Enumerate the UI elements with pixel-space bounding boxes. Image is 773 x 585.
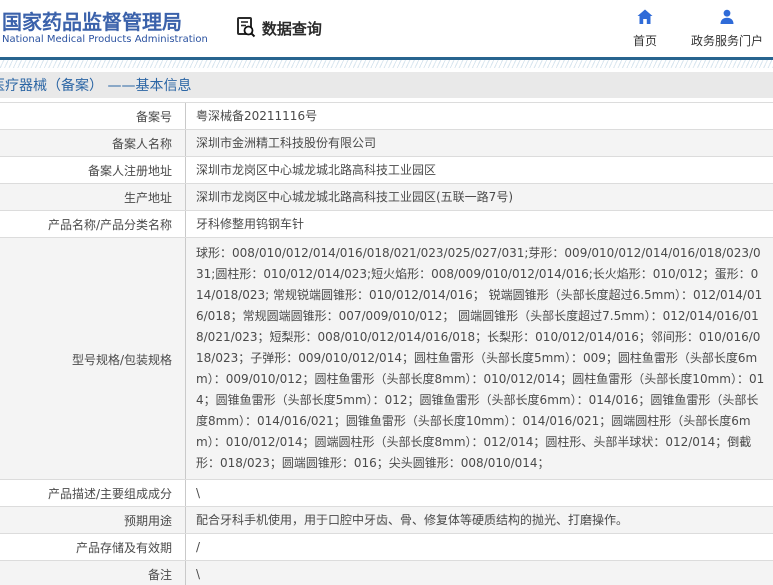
row-label: 型号规格/包装规格 (0, 238, 186, 479)
row-label: 产品存储及有效期 (0, 534, 186, 560)
row-label: 产品名称/产品分类名称 (0, 211, 186, 237)
row-label: 备案人注册地址 (0, 157, 186, 183)
row-label: 预期用途 (0, 507, 186, 533)
row-value: 球形：008/010/012/014/016/018/021/023/025/0… (196, 246, 765, 470)
table-row-production-address: 生产地址 深圳市龙岗区中心城龙城北路高科技工业园区(五联一路7号) (0, 183, 773, 210)
home-icon (636, 8, 654, 30)
table-row-filer-address: 备案人注册地址 深圳市龙岗区中心城龙城北路高科技工业园区 (0, 156, 773, 183)
portal-user-icon (718, 8, 736, 30)
home-link[interactable]: 首页 (625, 8, 665, 49)
row-label: 备注 (0, 561, 186, 585)
row-value: 牙科修整用钨钢车针 (196, 217, 305, 231)
row-value: 深圳市龙岗区中心城龙城北路高科技工业园区(五联一路7号) (196, 190, 514, 204)
row-value: 深圳市金洲精工科技股份有限公司 (196, 136, 377, 150)
row-label: 生产地址 (0, 184, 186, 210)
home-label: 首页 (632, 34, 657, 48)
header: 国家药品监督管理局 National Medical Products Admi… (0, 0, 773, 57)
info-table: 备案号 粤深械备20211116号 备案人名称 深圳市金洲精工科技股份有限公司 … (0, 102, 773, 585)
table-row-storage-validity: 产品存储及有效期 / (0, 533, 773, 560)
logo-subtitle: National Medical Products Administration (2, 34, 208, 46)
stripe-band (0, 60, 773, 68)
row-value: \ (196, 567, 201, 581)
row-value: 配合牙科手机使用，用于口腔中牙齿、骨、修复体等硬质结构的抛光、打磨操作。 (196, 513, 629, 527)
row-value: 粤深械备20211116号 (196, 109, 318, 123)
row-value: \ (196, 486, 201, 500)
table-row-filer-name: 备案人名称 深圳市金洲精工科技股份有限公司 (0, 129, 773, 156)
row-label: 产品描述/主要组成成分 (0, 480, 186, 506)
row-value: 深圳市龙岗区中心城龙城北路高科技工业园区 (196, 163, 437, 177)
section-title-band: 医疗器械（备案） ——基本信息 (0, 72, 773, 98)
table-row-record-number: 备案号 粤深械备20211116号 (0, 102, 773, 129)
page-title: 医疗器械（备案） ——基本信息 (0, 78, 192, 94)
data-query-nav[interactable]: 数据查询 (234, 15, 322, 43)
logo-title: 国家药品监督管理局 (2, 10, 182, 35)
table-row-remarks: 备注 \ (0, 560, 773, 585)
portal-label: 政务服务门户 (690, 34, 763, 48)
nmpa-logo[interactable]: 国家药品监督管理局 National Medical Products Admi… (2, 11, 208, 46)
data-query-icon (234, 15, 258, 43)
table-row-model-specs: 型号规格/包装规格 球形：008/010/012/014/016/018/021… (0, 237, 773, 479)
row-value: / (196, 540, 201, 554)
row-label: 备案人名称 (0, 130, 186, 156)
table-row-intended-use: 预期用途 配合牙科手机使用，用于口腔中牙齿、骨、修复体等硬质结构的抛光、打磨操作… (0, 506, 773, 533)
table-row-product-name: 产品名称/产品分类名称 牙科修整用钨钢车针 (0, 210, 773, 237)
table-row-product-description: 产品描述/主要组成成分 \ (0, 479, 773, 506)
row-label: 备案号 (0, 103, 186, 129)
data-query-label: 数据查询 (261, 20, 322, 38)
portal-link[interactable]: 政务服务门户 (691, 8, 763, 49)
